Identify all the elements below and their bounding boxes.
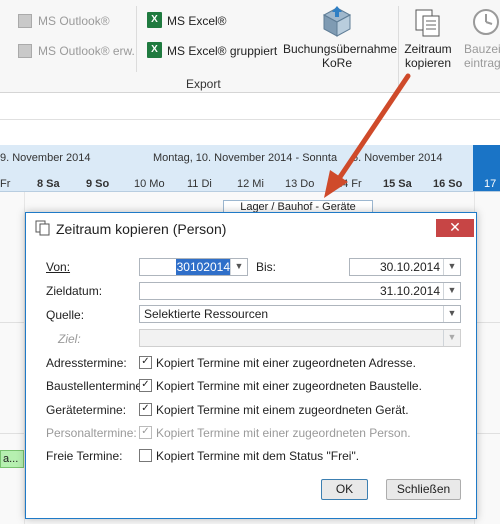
buchung-label-1: Buchungsübernahme [283,42,398,56]
copy-document-icon [35,220,50,236]
dialog-window: Zeitraum kopieren (Person) ✕ Von: 301020… [25,212,477,519]
baustellentermine-checkbox[interactable]: ✓ [139,379,152,392]
day-header[interactable]: 8 Sa [37,178,60,190]
ribbon-separator [136,6,137,72]
adresstermine-checkbox[interactable]: ✓ [139,356,152,369]
bis-date-value: 30.10.2014 [379,260,440,274]
chevron-down-icon[interactable]: ▼ [230,259,247,275]
day-header[interactable]: 17 [484,178,496,190]
von-date-value: 30102014 [175,259,231,275]
zeitraum-kopieren-button[interactable]: Zeitraum kopieren [404,42,452,70]
personaltermine-label: Personaltermine: [46,426,137,440]
quelle-label: Quelle: [46,308,85,322]
geraetetermine-text: Kopiert Termine mit einem zugeordneten G… [156,403,409,417]
week-label-left: 9. November 2014 [0,152,91,164]
zieldatum-value: 31.10.2014 [379,284,440,298]
chevron-down-icon[interactable]: ▼ [443,306,460,322]
zeitraum-label-2: kopieren [404,56,452,70]
copy-document-icon [415,9,440,37]
day-header[interactable]: 9 So [86,178,109,190]
bauzeiten-button[interactable]: Bauzeite eintrage [464,42,500,70]
outlook-icon [18,44,32,58]
bauzeit-label-2: eintrage [464,56,500,70]
geraetetermine-label: Gerätetermine: [46,403,127,417]
bauzeit-label-1: Bauzeite [464,42,500,56]
ziel-label: Ziel: [58,332,81,346]
von-date-field[interactable]: 30102014 ▼ [139,258,248,276]
clock-icon [473,9,499,35]
day-header[interactable]: 16 So [433,178,462,190]
von-label: Von: [46,260,71,274]
day-header[interactable]: 14 Fr [336,178,362,190]
buchungsuebernahme-button[interactable]: Buchungsübernahme KoRe [283,42,398,70]
export-excel-button[interactable]: MS Excel® [167,14,227,28]
export-outlook-button[interactable]: MS Outlook® [38,14,110,28]
export-excel-grouped-button[interactable]: MS Excel® gruppiert [167,44,277,58]
geraetetermine-checkbox[interactable]: ✓ [139,403,152,416]
quelle-value: Selektierte Ressourcen [144,307,269,321]
export-group-label: Export [186,77,221,91]
personaltermine-checkbox[interactable]: ✓ [139,426,152,439]
export-outlook-erw-button[interactable]: MS Outlook® erw. [38,44,135,58]
baustellentermine-text: Kopiert Termine mit einer zugeordneten B… [156,379,422,393]
close-button[interactable]: ✕ [436,219,474,237]
chevron-down-icon[interactable]: ▼ [443,283,460,299]
zieldatum-label: Zieldatum: [46,284,103,298]
close-dialog-button[interactable]: Schließen [386,479,461,500]
day-header[interactable]: 12 Mi [237,178,264,190]
ribbon: MS Outlook® MS Outlook® erw. X MS Excel®… [0,0,500,93]
day-header[interactable]: Fr [0,178,10,190]
day-header[interactable]: 13 Do [285,178,314,190]
week-label-right: 6. November 2014 [352,152,443,164]
chevron-down-icon[interactable]: ▼ [443,330,460,346]
day-header[interactable]: 15 Sa [383,178,412,190]
zieldatum-field[interactable]: 31.10.2014 ▼ [139,282,461,300]
bis-label: Bis: [256,260,277,274]
week-label-range: Montag, 10. November 2014 - Sonnta [153,152,338,164]
package-upload-icon [322,6,352,37]
ziel-select[interactable]: ▼ [139,329,461,347]
excel-icon: X [147,12,162,28]
ribbon-separator [398,6,399,86]
adresstermine-label: Adresstermine: [46,356,127,370]
freie-termine-checkbox[interactable] [139,449,152,462]
zeitraum-label-1: Zeitraum [404,42,452,56]
day-header[interactable]: 10 Mo [134,178,165,190]
buchung-label-2: KoRe [321,56,353,70]
personaltermine-text: Kopiert Termine mit einer zugeordneten P… [156,426,411,440]
bis-date-field[interactable]: 30.10.2014 ▼ [349,258,461,276]
outlook-icon [18,14,32,28]
quelle-select[interactable]: Selektierte Ressourcen ▼ [139,305,461,323]
dialog-title: Zeitraum kopieren (Person) [56,221,227,237]
ok-button[interactable]: OK [321,479,368,500]
chevron-down-icon[interactable]: ▼ [443,259,460,275]
excel-icon: X [147,42,162,58]
baustellentermine-label: Baustellentermine: [46,379,146,393]
green-appointment[interactable]: a... [0,450,24,468]
freie-termine-label: Freie Termine: [46,449,123,463]
day-header[interactable]: 11 Di [187,178,212,190]
freie-termine-text: Kopiert Termine mit dem Status "Frei". [156,449,360,463]
toolbar-strip [0,93,500,120]
adresstermine-text: Kopiert Termine mit einer zugeordneten A… [156,356,416,370]
